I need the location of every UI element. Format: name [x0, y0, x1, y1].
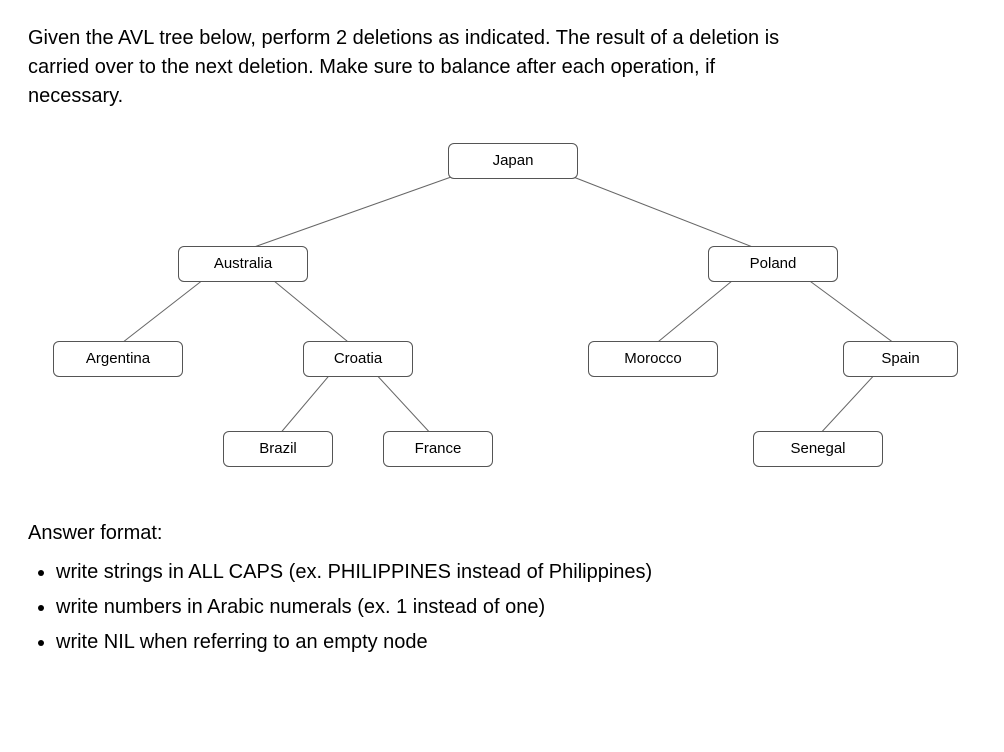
format-rule: write numbers in Arabic numerals (ex. 1 …: [56, 593, 976, 622]
node-label: Croatia: [334, 350, 382, 367]
node-france: France: [383, 431, 493, 467]
node-label: Morocco: [624, 350, 682, 367]
format-rule: write strings in ALL CAPS (ex. PHILIPPIN…: [56, 558, 976, 587]
question-text: Given the AVL tree below, perform 2 dele…: [28, 24, 976, 111]
node-japan: Japan: [448, 143, 578, 179]
node-label: Australia: [214, 255, 272, 272]
answer-format-heading: Answer format:: [28, 519, 976, 548]
node-argentina: Argentina: [53, 341, 183, 377]
node-senegal: Senegal: [753, 431, 883, 467]
avl-tree-diagram: Japan Australia Poland Argentina Croatia…: [28, 131, 976, 491]
question-line-3: necessary.: [28, 85, 123, 107]
node-morocco: Morocco: [588, 341, 718, 377]
node-poland: Poland: [708, 246, 838, 282]
node-label: France: [415, 440, 462, 457]
node-australia: Australia: [178, 246, 308, 282]
node-label: Spain: [881, 350, 919, 367]
node-brazil: Brazil: [223, 431, 333, 467]
node-label: Japan: [493, 152, 534, 169]
node-spain: Spain: [843, 341, 958, 377]
node-croatia: Croatia: [303, 341, 413, 377]
format-rule: write NIL when referring to an empty nod…: [56, 628, 976, 657]
question-line-2: carried over to the next deletion. Make …: [28, 56, 715, 78]
node-label: Poland: [750, 255, 797, 272]
node-label: Brazil: [259, 440, 297, 457]
question-line-1: Given the AVL tree below, perform 2 dele…: [28, 27, 779, 49]
node-label: Senegal: [790, 440, 845, 457]
answer-format-list: write strings in ALL CAPS (ex. PHILIPPIN…: [28, 558, 976, 657]
node-label: Argentina: [86, 350, 150, 367]
